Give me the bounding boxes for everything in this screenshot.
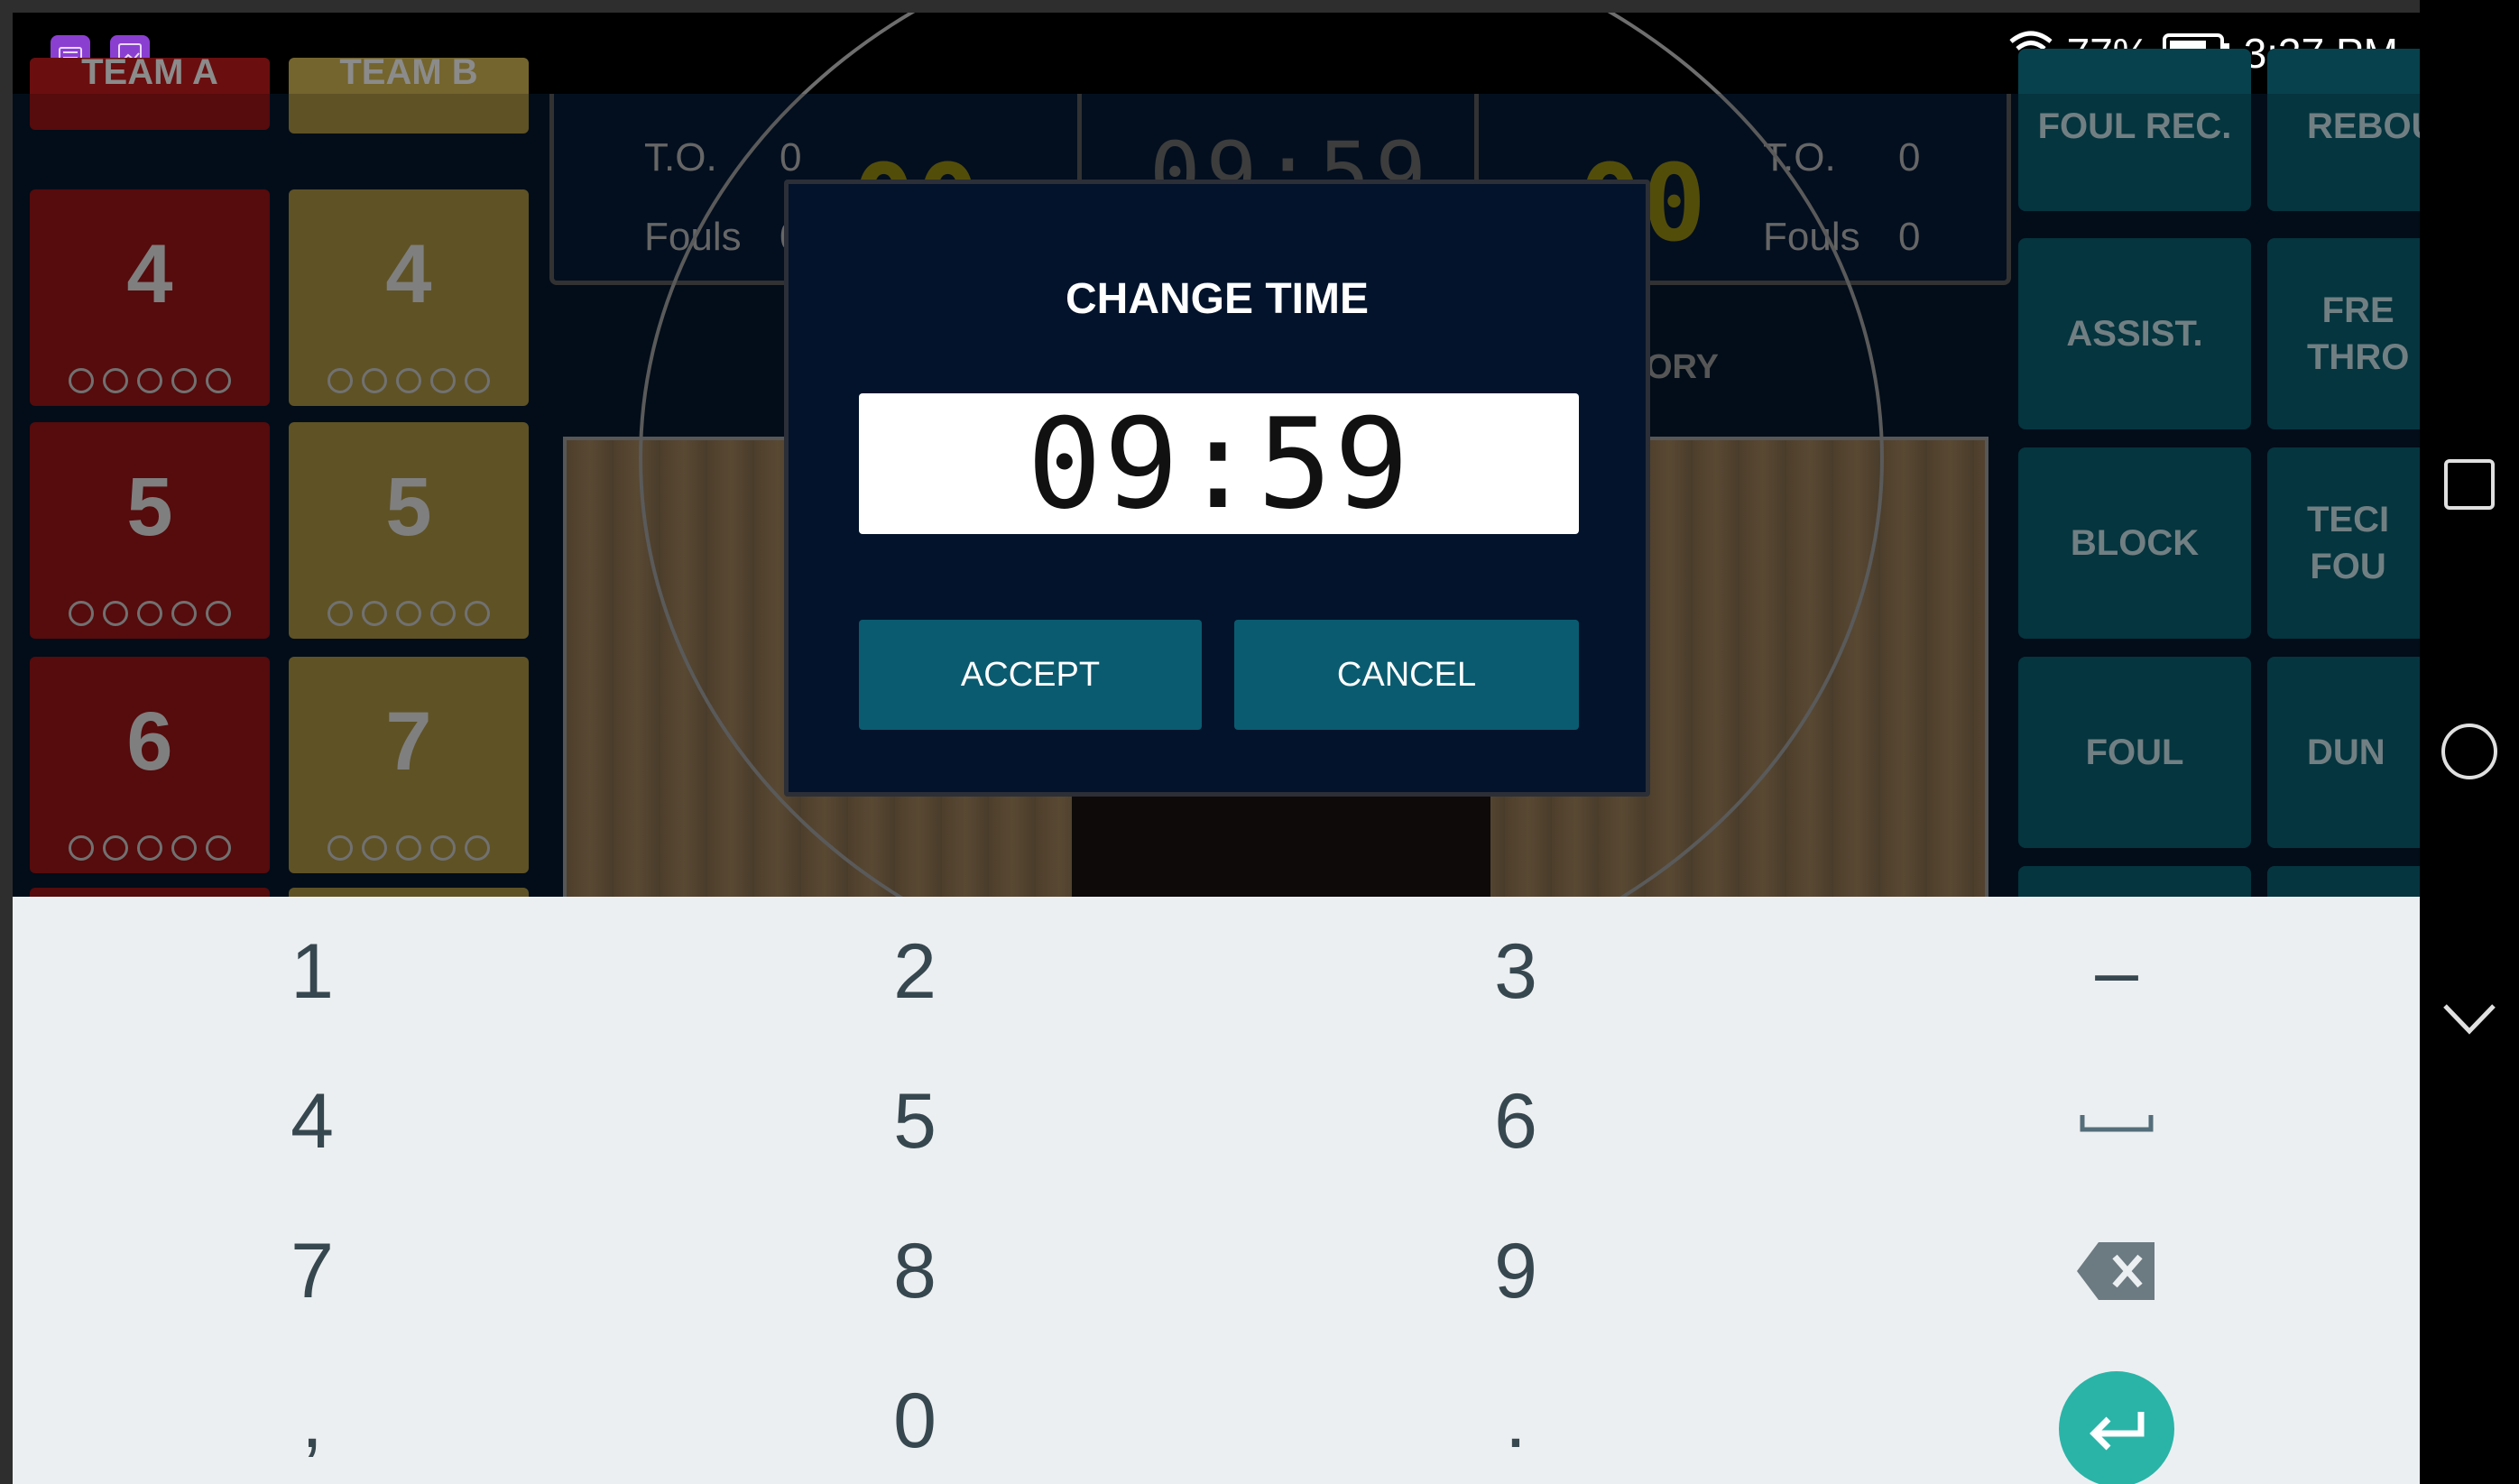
key-period[interactable]: . [1245,1346,1786,1484]
recents-button[interactable] [2420,435,2519,534]
home-button[interactable] [2420,702,2519,801]
enter-key[interactable] [2059,1371,2174,1484]
key-3[interactable]: 3 [1245,897,1786,1046]
dialog-title: CHANGE TIME [1066,275,1369,323]
team-b-label: TEAM B [339,52,478,92]
key-5[interactable]: 5 [644,1046,1186,1196]
key-0[interactable]: 0 [644,1346,1186,1484]
key-9[interactable]: 9 [1245,1196,1786,1346]
space-key[interactable] [1846,1046,2387,1196]
key-comma[interactable]: , [42,1346,583,1484]
backspace-icon [2077,1242,2155,1300]
accept-button[interactable]: ACCEPT [859,620,1202,730]
enter-icon [2090,1412,2145,1451]
backspace-key[interactable] [1846,1196,2387,1346]
cancel-button[interactable]: CANCEL [1234,620,1579,730]
key-6[interactable]: 6 [1245,1046,1786,1196]
hide-keyboard-button[interactable] [2420,969,2519,1068]
key-dash[interactable]: – [1846,897,2387,1046]
key-7[interactable]: 7 [42,1196,583,1346]
android-nav-bar [2420,0,2519,1484]
recents-icon [2444,459,2495,510]
space-icon [2080,1115,2154,1132]
key-4[interactable]: 4 [42,1046,583,1196]
key-8[interactable]: 8 [644,1196,1186,1346]
device-frame: 77% 3:37 PM TEAM A 4 5 6 [0,0,2519,1484]
chevron-down-icon [2443,1004,2496,1035]
change-time-dialog: CHANGE TIME 09:59 ACCEPT CANCEL [784,180,1650,797]
time-input-value: 09:59 [1027,391,1411,537]
key-1[interactable]: 1 [42,897,583,1046]
time-input[interactable]: 09:59 [859,391,1579,537]
numeric-keyboard: 1 2 3 – 4 5 6 7 8 9 , 0 . [13,897,2420,1484]
team-a-label: TEAM A [81,52,218,92]
key-2[interactable]: 2 [644,897,1186,1046]
app-screen: 77% 3:37 PM TEAM A 4 5 6 [13,13,2420,1484]
home-icon [2441,724,2497,779]
